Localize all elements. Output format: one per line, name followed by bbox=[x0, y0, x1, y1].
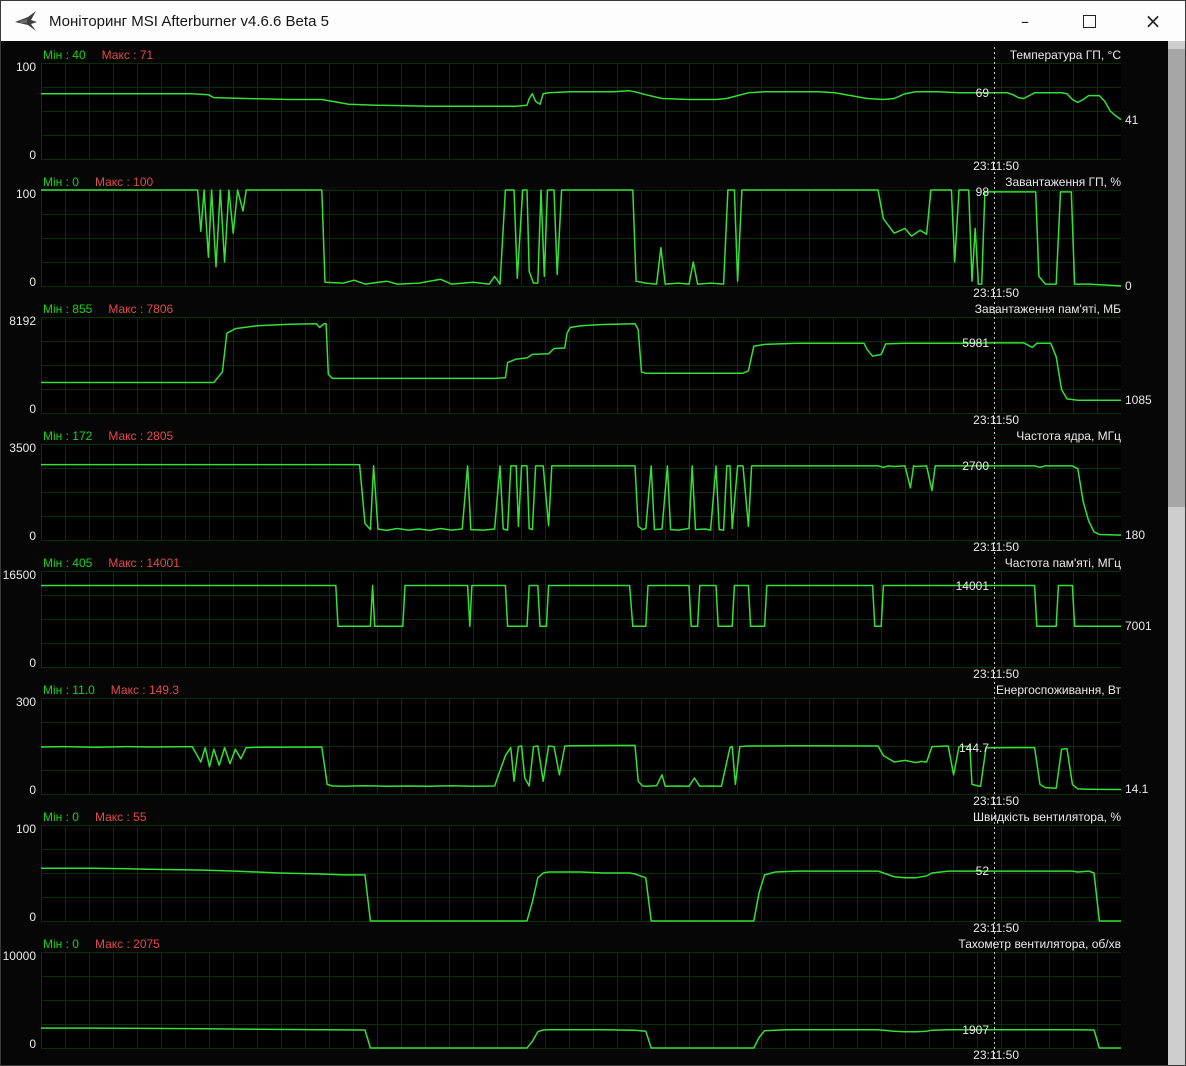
close-icon: × bbox=[1144, 9, 1162, 33]
panel-title: Завантаження ГП, % bbox=[1005, 175, 1121, 189]
trace-line bbox=[41, 189, 1122, 287]
graph-plot[interactable]: 10000 0 1907 bbox=[3, 949, 1121, 1051]
graph-plot[interactable]: 16500 0 14001 7001 bbox=[3, 568, 1152, 670]
panel-title: Завантаження пам'яті, МБ bbox=[974, 302, 1121, 316]
scale-max-label: 100 bbox=[15, 187, 36, 201]
panel-header: Мін : 172 Макс : 2805 Частота ядра, МГц bbox=[1, 428, 1185, 444]
cursor-time-label: 23:11:50 bbox=[973, 1048, 1019, 1062]
max-label: Макс : 55 bbox=[94, 810, 147, 824]
current-value-label: 1085 bbox=[1125, 393, 1152, 408]
max-label: Макс : 14001 bbox=[108, 556, 180, 570]
cursor-time-label: 23:11:50 bbox=[973, 540, 1019, 554]
cursor-value-label: 1907 bbox=[962, 1022, 989, 1037]
current-value-label: 7001 bbox=[1125, 619, 1152, 634]
panel-title: Енергоспоживання, Вт bbox=[996, 683, 1121, 697]
panel-header: Мін : 405 Макс : 14001 Частота пам'яті, … bbox=[1, 555, 1185, 571]
scrollbar-thumb[interactable] bbox=[1168, 49, 1185, 507]
panel-header: Мін : 40 Макс : 71 Температура ГП, °C bbox=[1, 47, 1185, 63]
cursor-time-label: 23:11:50 bbox=[973, 286, 1019, 300]
maximize-button[interactable] bbox=[1057, 1, 1121, 41]
window-controls: – × bbox=[993, 1, 1185, 41]
max-label: Макс : 7806 bbox=[108, 302, 174, 316]
cursor-value-label: 14001 bbox=[955, 578, 989, 593]
monitoring-area: Мін : 40 Макс : 71 Температура ГП, °C 10… bbox=[1, 41, 1185, 1065]
current-value-label: 41 bbox=[1125, 112, 1139, 127]
scale-max-label: 300 bbox=[15, 695, 36, 709]
graph-panel: Мін : 172 Макс : 2805 Частота ядра, МГц … bbox=[1, 428, 1185, 555]
current-value-label: 0 bbox=[1125, 279, 1132, 293]
maximize-icon bbox=[1082, 14, 1096, 28]
cursor-value-label: 144.7 bbox=[958, 740, 989, 755]
scale-max-label: 10000 bbox=[2, 949, 36, 963]
min-label: Мін : 0 bbox=[43, 937, 79, 951]
titlebar: Моніторинг MSI Afterburner v4.6.6 Beta 5… bbox=[1, 1, 1185, 41]
time-cursor-line bbox=[994, 47, 995, 1061]
graph-plot[interactable]: 100 0 69 41 bbox=[16, 60, 1138, 162]
max-label: Макс : 2805 bbox=[108, 429, 174, 443]
current-value-label: 14.1 bbox=[1125, 782, 1149, 797]
scale-max-label: 16500 bbox=[2, 568, 36, 582]
scale-max-label: 100 bbox=[15, 60, 36, 74]
trace-line bbox=[41, 463, 1122, 536]
graph-panel: Мін : 855 Макс : 7806 Завантаження пам'я… bbox=[1, 301, 1185, 428]
graph-plot[interactable]: 300 0 144.7 14.1 bbox=[16, 695, 1148, 797]
cursor-time-label: 23:11:50 bbox=[973, 921, 1019, 935]
graph-plot[interactable]: 3500 0 2700 180 bbox=[9, 441, 1145, 543]
min-label: Мін : 405 bbox=[43, 556, 93, 570]
cursor-value-label: 69 bbox=[975, 85, 989, 100]
cursor-value-label: 2700 bbox=[962, 458, 989, 473]
trace-svg bbox=[41, 189, 1122, 287]
panel-title: Частота пам'яті, МГц bbox=[1004, 556, 1121, 570]
cursor-value-label: 52 bbox=[975, 864, 989, 879]
panel-title: Тахометр вентилятора, об/хв bbox=[958, 937, 1121, 951]
graph-plot[interactable]: 100 0 52 bbox=[16, 822, 1121, 924]
max-label: Макс : 149.3 bbox=[110, 683, 179, 697]
cursor-value-label: 5981 bbox=[962, 335, 989, 350]
graph-panel: Мін : 40 Макс : 71 Температура ГП, °C 10… bbox=[1, 47, 1185, 174]
graph-plot[interactable]: 100 0 98 0 bbox=[16, 186, 1132, 292]
panel-header: Мін : 0 Макс : 2075 Тахометр вентилятора… bbox=[1, 936, 1185, 952]
graph-panel: Мін : 0 Макс : 2075 Тахометр вентилятора… bbox=[1, 936, 1185, 1063]
max-label: Макс : 2075 bbox=[94, 937, 160, 951]
graph-panel: Мін : 0 Макс : 100 Завантаження ГП, % 10… bbox=[1, 174, 1185, 301]
min-label: Мін : 40 bbox=[43, 48, 86, 62]
trace-svg bbox=[41, 463, 1122, 536]
minimize-icon: – bbox=[1021, 11, 1029, 31]
panel-title: Швидкість вентилятора, % bbox=[972, 810, 1121, 824]
afterburner-jet-icon bbox=[13, 9, 39, 33]
vertical-scrollbar[interactable] bbox=[1168, 41, 1185, 1065]
afterburner-monitor-window: Моніторинг MSI Afterburner v4.6.6 Beta 5… bbox=[0, 0, 1186, 1066]
cursor-time-label: 23:11:50 bbox=[973, 667, 1019, 681]
scale-max-label: 8192 bbox=[9, 314, 36, 328]
panel-title: Температура ГП, °C bbox=[1009, 48, 1121, 62]
minimize-button[interactable]: – bbox=[993, 1, 1057, 41]
max-label: Макс : 71 bbox=[101, 48, 154, 62]
scale-max-label: 100 bbox=[15, 822, 36, 836]
window-title: Моніторинг MSI Afterburner v4.6.6 Beta 5 bbox=[49, 12, 329, 30]
min-label: Мін : 0 bbox=[43, 810, 79, 824]
trace-svg bbox=[41, 322, 1122, 402]
close-button[interactable]: × bbox=[1121, 1, 1185, 41]
graph-panel: Мін : 405 Макс : 14001 Частота пам'яті, … bbox=[1, 555, 1185, 682]
trace-svg bbox=[41, 90, 1122, 121]
cursor-time-label: 23:11:50 bbox=[973, 794, 1019, 808]
graph-plot[interactable]: 8192 0 5981 1085 bbox=[9, 314, 1151, 416]
panel-header: Мін : 855 Макс : 7806 Завантаження пам'я… bbox=[1, 301, 1185, 317]
cursor-time-label: 23:11:50 bbox=[973, 413, 1019, 427]
panel-title: Частота ядра, МГц bbox=[1016, 429, 1121, 443]
min-label: Мін : 855 bbox=[43, 302, 93, 316]
cursor-value-label: 98 bbox=[975, 184, 989, 199]
trace-line bbox=[41, 322, 1122, 402]
current-value-label: 180 bbox=[1125, 528, 1146, 543]
cursor-time-label: 23:11:50 bbox=[973, 159, 1019, 173]
min-label: Мін : 11.0 bbox=[43, 683, 95, 697]
panel-header: Мін : 11.0 Макс : 149.3 Енергоспоживання… bbox=[1, 682, 1185, 698]
min-label: Мін : 172 bbox=[43, 429, 93, 443]
graph-panel: Мін : 11.0 Макс : 149.3 Енергоспоживання… bbox=[1, 682, 1185, 809]
scale-max-label: 3500 bbox=[9, 441, 36, 455]
panel-header: Мін : 0 Макс : 55 Швидкість вентилятора,… bbox=[1, 809, 1185, 825]
graph-panel: Мін : 0 Макс : 55 Швидкість вентилятора,… bbox=[1, 809, 1185, 936]
